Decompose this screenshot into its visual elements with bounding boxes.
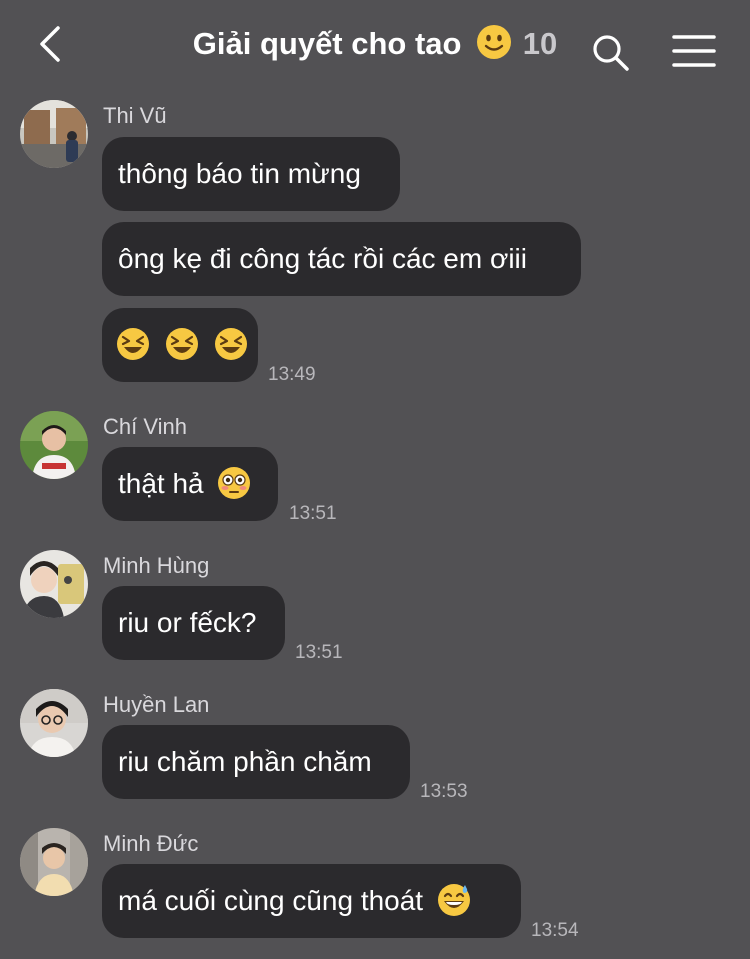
chat-title[interactable]: Giải quyết cho tao 10	[0, 24, 750, 62]
message-text: thật hả	[118, 468, 204, 499]
message-text: thông báo tin mừng	[118, 158, 361, 189]
avatar[interactable]	[20, 411, 88, 479]
menu-button[interactable]	[672, 34, 716, 68]
sender-name: Minh Đức	[103, 831, 199, 856]
message-bubble[interactable]: thật hả	[102, 447, 278, 521]
message-bubble[interactable]: riu or fếck?	[102, 586, 285, 660]
search-icon	[593, 35, 629, 71]
sender-name: Minh Hùng	[103, 553, 210, 578]
laughing-emoji-icon	[214, 327, 247, 360]
slightly-smiling-face-icon	[477, 25, 512, 59]
message-time: 13:51	[289, 503, 337, 524]
sender-name: Thi Vũ	[103, 103, 167, 128]
message-time: 13:54	[531, 920, 579, 941]
laughing-emoji-icon	[117, 327, 149, 360]
message-bubble[interactable]: riu chăm phần chăm	[102, 725, 410, 799]
chat-header: Giải quyết cho tao 10	[0, 0, 750, 92]
avatar[interactable]	[20, 550, 88, 618]
avatar[interactable]	[20, 689, 88, 757]
search-button[interactable]	[590, 32, 630, 72]
avatar[interactable]	[20, 828, 88, 896]
message-text: má cuối cùng cũng thoát	[118, 885, 424, 916]
message-time: 13:51	[295, 642, 343, 663]
message-bubble[interactable]: thông báo tin mừng	[102, 137, 400, 211]
member-count: 10	[522, 26, 558, 61]
sender-name: Huyền Lan	[103, 692, 210, 717]
message-bubble[interactable]	[102, 308, 258, 382]
message-text: ông kẹ đi công tác rồi các em ơiii	[118, 243, 527, 274]
group-name: Giải quyết cho tao	[192, 26, 462, 61]
message-text: riu or fếck?	[118, 607, 257, 638]
grinning-face-with-sweat-icon	[437, 883, 470, 916]
sender-name: Chí Vinh	[103, 414, 187, 439]
message-bubble[interactable]: má cuối cùng cũng thoát	[102, 864, 521, 938]
message-time: 13:53	[420, 781, 468, 802]
laughing-emoji-icon	[165, 327, 198, 360]
message-text: riu chăm phần chăm	[118, 746, 372, 777]
message-bubble[interactable]: ông kẹ đi công tác rồi các em ơiii	[102, 222, 581, 296]
hamburger-menu-icon	[672, 35, 716, 67]
message-time: 13:49	[268, 364, 316, 385]
avatar[interactable]	[20, 100, 88, 168]
flushed-face-icon	[218, 466, 251, 499]
